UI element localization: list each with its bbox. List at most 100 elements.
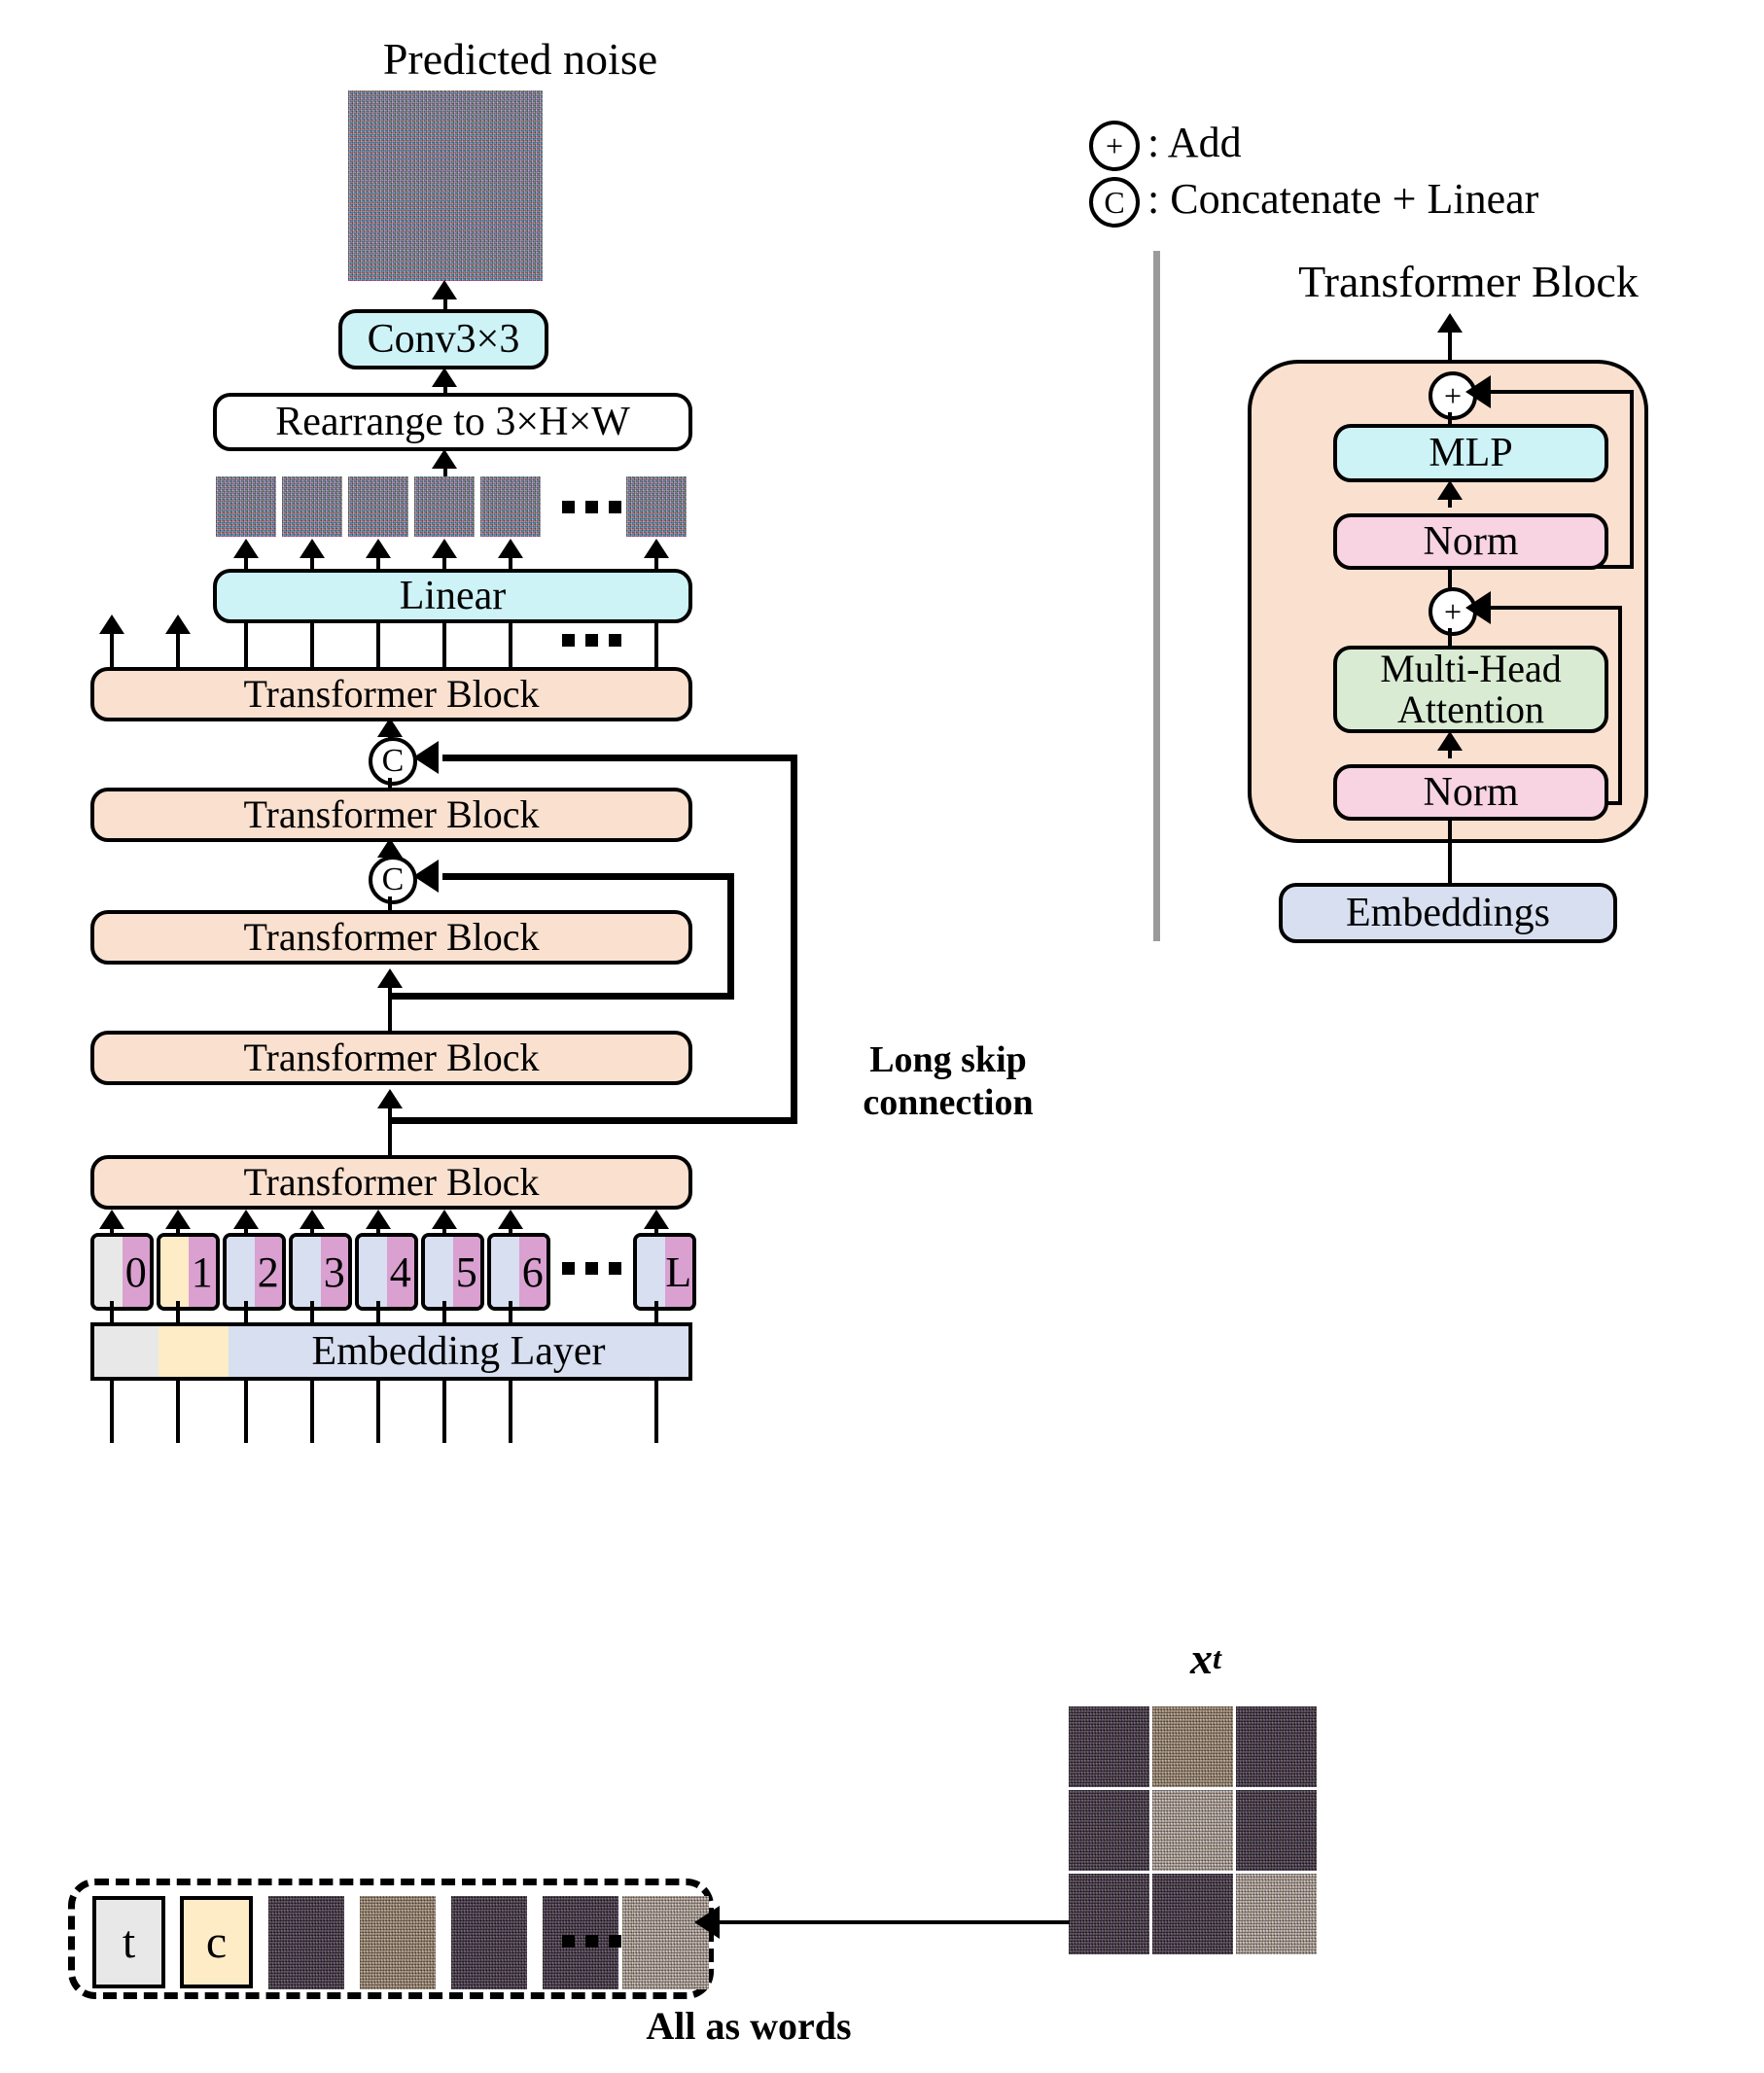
legend-add-text: : Add — [1147, 118, 1242, 166]
transformer-block-5[interactable]: Transformer Block — [90, 667, 692, 721]
xt-tile-5 — [1152, 1790, 1233, 1871]
transformer-block-1[interactable]: Transformer Block — [90, 1155, 692, 1210]
detail-residual-top-v — [1630, 390, 1634, 569]
skip2-vertical — [791, 755, 797, 1124]
xt-label-sub: t — [1213, 1639, 1221, 1675]
rearrange-to-conv-arrow — [432, 368, 457, 387]
embedded-token-1-index: 1 — [188, 1237, 216, 1307]
tb5-to-linear-line-1 — [244, 621, 248, 670]
norm-top-box[interactable]: Norm — [1333, 513, 1608, 570]
xt-tile-8 — [1152, 1874, 1233, 1954]
embedded-token-2-index: 2 — [254, 1237, 282, 1307]
tb5-to-linear-line-3 — [376, 621, 380, 670]
legend-concat-symbol: C — [1104, 185, 1125, 220]
tb5-out-arrow-t — [99, 615, 124, 634]
linear-out-arrow-last — [644, 539, 669, 558]
skip2-horizontal — [442, 755, 797, 761]
tb5-to-linear-ellipsis — [562, 634, 621, 647]
input-to-emb-line-0 — [110, 1379, 114, 1443]
embedding-layer-box[interactable]: Embedding Layer — [90, 1322, 692, 1381]
tb5-out-line-t — [110, 630, 114, 671]
xt-tile-7 — [1069, 1874, 1149, 1954]
tb1-to-tb2-line-b — [388, 1105, 392, 1118]
input-to-emb-line-4 — [376, 1379, 380, 1443]
embedded-token-5[interactable]: 5 — [421, 1233, 484, 1311]
xt-label-base: x — [1190, 1633, 1214, 1683]
legend-add-icon: + — [1089, 121, 1140, 171]
transformer-block-3[interactable]: Transformer Block — [90, 910, 692, 965]
long-skip-label-line2: connection — [863, 1082, 1034, 1123]
tb5-out-arrow-c — [165, 615, 191, 634]
emb-to-token-line-2 — [244, 1301, 248, 1324]
token-to-tb1-arrow-4 — [366, 1210, 391, 1229]
skip2-bottom — [388, 1117, 797, 1124]
detail-residual-bottom-h — [1471, 606, 1622, 610]
rearrange-box[interactable]: Rearrange to 3×H×W — [213, 393, 692, 451]
token-to-tb1-arrow-3 — [300, 1210, 325, 1229]
emb-to-token-line-1 — [176, 1301, 180, 1324]
emb-to-token-line-5 — [442, 1301, 446, 1324]
conv-to-noise-arrow — [432, 280, 457, 299]
xt-tile-2 — [1152, 1706, 1233, 1787]
tb5-to-linear-line-4 — [442, 621, 446, 670]
c1-from-tb3-line — [388, 896, 392, 910]
input-token-t[interactable]: t — [92, 1896, 165, 1988]
tb5-to-linear-line-5 — [509, 621, 512, 670]
concat-junction-2-label: C — [381, 743, 405, 779]
embedded-token-ellipsis — [562, 1262, 621, 1275]
output-patch-last — [626, 476, 687, 537]
c1-to-tb4-arrow — [377, 838, 403, 858]
input-token-c[interactable]: c — [180, 1896, 253, 1988]
xt-tile-1 — [1069, 1706, 1149, 1787]
emb-to-token-line-4 — [376, 1301, 380, 1324]
token-to-tb1-arrow-1 — [165, 1210, 191, 1229]
output-patch-3 — [348, 476, 408, 537]
embedded-token-5-index: 5 — [452, 1237, 480, 1307]
embedded-token-1[interactable]: 1 — [157, 1233, 220, 1311]
skip1-horizontal — [442, 873, 734, 880]
skip1-arrow — [413, 860, 439, 893]
embedded-token-3-left — [293, 1237, 321, 1307]
embeddings-box[interactable]: Embeddings — [1279, 883, 1617, 943]
embedded-token-6[interactable]: 6 — [487, 1233, 550, 1311]
long-skip-label-line1: Long skip — [869, 1039, 1027, 1080]
embedded-token-2[interactable]: 2 — [223, 1233, 286, 1311]
linear-box[interactable]: Linear — [213, 569, 692, 623]
token-to-tb1-arrow-L — [644, 1210, 669, 1229]
norm-bottom-box[interactable]: Norm — [1333, 764, 1608, 821]
legend-concat-text: : Concatenate + Linear — [1147, 174, 1539, 223]
input-patch-3 — [451, 1896, 527, 1989]
embedded-token-0[interactable]: 0 — [90, 1233, 154, 1311]
norm-bottom-to-attn-arrow — [1437, 731, 1463, 751]
output-patch-4 — [414, 476, 475, 537]
norm-top-to-add-line — [1448, 570, 1452, 589]
tb5-to-linear-line-last — [654, 621, 658, 670]
output-patch-2 — [282, 476, 342, 537]
emb-to-token-line-6 — [509, 1301, 512, 1324]
mlp-box[interactable]: MLP — [1333, 424, 1608, 482]
detail-add-symbol-bottom: + — [1443, 594, 1463, 629]
embedding-layer-seg-time — [94, 1326, 159, 1377]
emb-to-token-line-0 — [110, 1301, 114, 1324]
input-to-emb-line-6 — [509, 1379, 512, 1443]
input-to-emb-line-5 — [442, 1379, 446, 1443]
embedded-token-0-left — [94, 1237, 123, 1307]
linear-out-arrow-3 — [366, 539, 391, 558]
transformer-detail-title: Transformer Block — [1298, 256, 1639, 306]
transformer-block-2[interactable]: Transformer Block — [90, 1031, 692, 1085]
xt-tile-4 — [1069, 1790, 1149, 1871]
concat-junction-1[interactable]: C — [369, 856, 417, 904]
skip1-bottom — [388, 993, 734, 1000]
embedded-token-3[interactable]: 3 — [289, 1233, 352, 1311]
embedded-token-L-left — [637, 1237, 665, 1307]
embedded-token-L-index: L — [664, 1237, 692, 1307]
multi-head-attention-box[interactable]: Multi-Head Attention — [1333, 646, 1608, 733]
predicted-noise-label: Predicted noise — [382, 33, 658, 84]
norm-top-to-mlp-arrow — [1437, 480, 1463, 500]
concat-junction-2[interactable]: C — [369, 737, 417, 786]
embedded-token-5-left — [425, 1237, 453, 1307]
embedded-token-4[interactable]: 4 — [355, 1233, 418, 1311]
embedded-token-L[interactable]: L — [633, 1233, 696, 1311]
conv3x3-box[interactable]: Conv3×3 — [338, 309, 548, 369]
transformer-block-4[interactable]: Transformer Block — [90, 788, 692, 842]
